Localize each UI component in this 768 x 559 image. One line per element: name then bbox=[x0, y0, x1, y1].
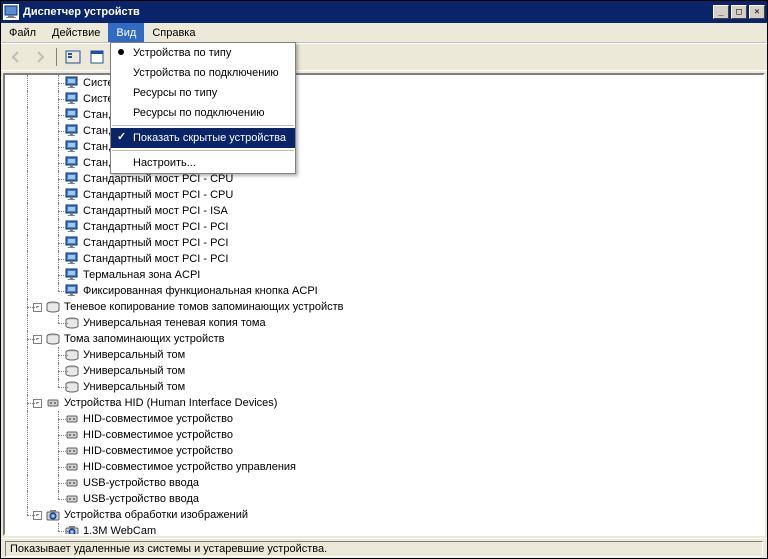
close-button[interactable]: ✕ bbox=[749, 5, 765, 19]
menu-file[interactable]: Файл bbox=[1, 23, 44, 42]
tree-node[interactable]: Универсальная теневая копия тома bbox=[5, 315, 763, 331]
drive-icon bbox=[45, 299, 61, 315]
tree-node-label: Стандартный мост PCI - CPU bbox=[83, 173, 233, 185]
menu-resources-by-type[interactable]: Ресурсы по типу bbox=[111, 83, 295, 103]
window-title: Диспетчер устройств bbox=[23, 6, 713, 18]
menu-item-label: Ресурсы по типу bbox=[133, 87, 217, 99]
hid-icon bbox=[45, 395, 61, 411]
menu-devices-by-connection[interactable]: Устройства по подключению bbox=[111, 63, 295, 83]
tree-node-label: Стандартный мост PCI - CPU bbox=[83, 189, 233, 201]
tree-node[interactable]: Универсальный том bbox=[5, 347, 763, 363]
tree-node-label: Теневое копирование томов запоминающих у… bbox=[64, 301, 343, 313]
drive-icon bbox=[45, 331, 61, 347]
menu-item-label: Показать скрытые устройства bbox=[133, 132, 286, 144]
tree-node[interactable]: Универсальный том bbox=[5, 363, 763, 379]
menu-item-label: Устройства по подключению bbox=[133, 67, 279, 79]
tree-node-label: Стандартный мост PCI - PCI bbox=[83, 253, 228, 265]
app-icon bbox=[3, 4, 19, 20]
tree-node[interactable]: -Теневое копирование томов запоминающих … bbox=[5, 299, 763, 315]
tree-node[interactable]: HID-совместимое устройство bbox=[5, 427, 763, 443]
tree-node-label: Стан, bbox=[83, 125, 111, 137]
menu-item-label: Настроить... bbox=[133, 157, 196, 169]
menu-help[interactable]: Справка bbox=[144, 23, 203, 42]
tree-node-label: Стан, bbox=[83, 141, 111, 153]
toolbar-separator bbox=[56, 48, 57, 66]
tree-node-label: Универсальный том bbox=[83, 381, 185, 393]
tree-node[interactable]: Термальная зона ACPI bbox=[5, 267, 763, 283]
titlebar: Диспетчер устройств _ □ ✕ bbox=[1, 1, 767, 23]
view-dropdown: Устройства по типу Устройства по подключ… bbox=[110, 42, 296, 174]
tree-node[interactable]: Стандартный мост PCI - PCI bbox=[5, 251, 763, 267]
menu-separator bbox=[112, 125, 294, 126]
tree-node[interactable]: Стандартный мост PCI - ISA bbox=[5, 203, 763, 219]
menubar: Файл Действие Вид Справка bbox=[1, 23, 767, 43]
check-icon: ✓ bbox=[117, 130, 126, 144]
forward-button[interactable] bbox=[29, 46, 51, 68]
camera-icon bbox=[45, 507, 61, 523]
tree-node-label: Тома запоминающих устройств bbox=[64, 333, 225, 345]
properties-button[interactable] bbox=[86, 46, 108, 68]
tree-node[interactable]: HID-совместимое устройство управления bbox=[5, 459, 763, 475]
tree-node-label: Фиксированная функциональная кнопка ACPI bbox=[83, 285, 318, 297]
camera-icon bbox=[64, 523, 80, 534]
back-button[interactable] bbox=[5, 46, 27, 68]
menu-separator bbox=[112, 150, 294, 151]
tree-node[interactable]: USB-устройство ввода bbox=[5, 475, 763, 491]
show-hide-tree-button[interactable] bbox=[62, 46, 84, 68]
menu-view[interactable]: Вид bbox=[108, 23, 144, 42]
tree-node-label: HID-совместимое устройство bbox=[83, 429, 233, 441]
statusbar: Показывает удаленные из системы и устаре… bbox=[1, 538, 767, 558]
tree-node-label: HID-совместимое устройство bbox=[83, 413, 233, 425]
tree-node-label: Универсальная теневая копия тома bbox=[83, 317, 266, 329]
menu-devices-by-type[interactable]: Устройства по типу bbox=[111, 43, 295, 63]
tree-node[interactable]: USB-устройство ввода bbox=[5, 491, 763, 507]
status-text: Показывает удаленные из системы и устаре… bbox=[5, 541, 763, 557]
tree-node[interactable]: Стандартный мост PCI - CPU bbox=[5, 187, 763, 203]
tree-node[interactable]: -Тома запоминающих устройств bbox=[5, 331, 763, 347]
menu-item-label: Устройства по типу bbox=[133, 47, 231, 59]
tree-node-label: 1.3M WebCam bbox=[83, 525, 156, 534]
tree-node-label: Стан, bbox=[83, 157, 111, 169]
menu-action[interactable]: Действие bbox=[44, 23, 108, 42]
tree-node-label: Универсальный том bbox=[83, 365, 185, 377]
menu-customize[interactable]: Настроить... bbox=[111, 153, 295, 173]
tree-node[interactable]: Стандартный мост PCI - PCI bbox=[5, 235, 763, 251]
tree-node[interactable]: Стандартный мост PCI - PCI bbox=[5, 219, 763, 235]
tree-node[interactable]: HID-совместимое устройство bbox=[5, 443, 763, 459]
menu-resources-by-connection[interactable]: Ресурсы по подключению bbox=[111, 103, 295, 123]
tree-node-label: Универсальный том bbox=[83, 349, 185, 361]
radio-dot-icon bbox=[118, 49, 124, 55]
tree-node-label: USB-устройство ввода bbox=[83, 493, 199, 505]
tree-node-label: Устройства HID (Human Interface Devices) bbox=[64, 397, 277, 409]
tree-node[interactable]: Универсальный том bbox=[5, 379, 763, 395]
tree-node[interactable]: HID-совместимое устройство bbox=[5, 411, 763, 427]
tree-node-label: Стан, bbox=[83, 109, 111, 121]
menu-show-hidden-devices[interactable]: ✓ Показать скрытые устройства bbox=[111, 128, 295, 148]
minimize-button[interactable]: _ bbox=[713, 5, 729, 19]
tree-node[interactable]: -Устройства обработки изображений bbox=[5, 507, 763, 523]
maximize-button[interactable]: □ bbox=[731, 5, 747, 19]
tree-node-label: USB-устройство ввода bbox=[83, 477, 199, 489]
tree-node[interactable]: 1.3M WebCam bbox=[5, 523, 763, 534]
menu-item-label: Ресурсы по подключению bbox=[133, 107, 265, 119]
tree-node[interactable]: Фиксированная функциональная кнопка ACPI bbox=[5, 283, 763, 299]
tree-node-label: Устройства обработки изображений bbox=[64, 509, 248, 521]
tree-node[interactable]: -Устройства HID (Human Interface Devices… bbox=[5, 395, 763, 411]
tree-node-label: Стандартный мост PCI - ISA bbox=[83, 205, 228, 217]
tree-node-label: Термальная зона ACPI bbox=[83, 269, 200, 281]
tree-node-label: Стандартный мост PCI - PCI bbox=[83, 237, 228, 249]
tree-node-label: Стандартный мост PCI - PCI bbox=[83, 221, 228, 233]
tree-node-label: HID-совместимое устройство bbox=[83, 445, 233, 457]
tree-node-label: HID-совместимое устройство управления bbox=[83, 461, 296, 473]
window-controls: _ □ ✕ bbox=[713, 5, 765, 19]
